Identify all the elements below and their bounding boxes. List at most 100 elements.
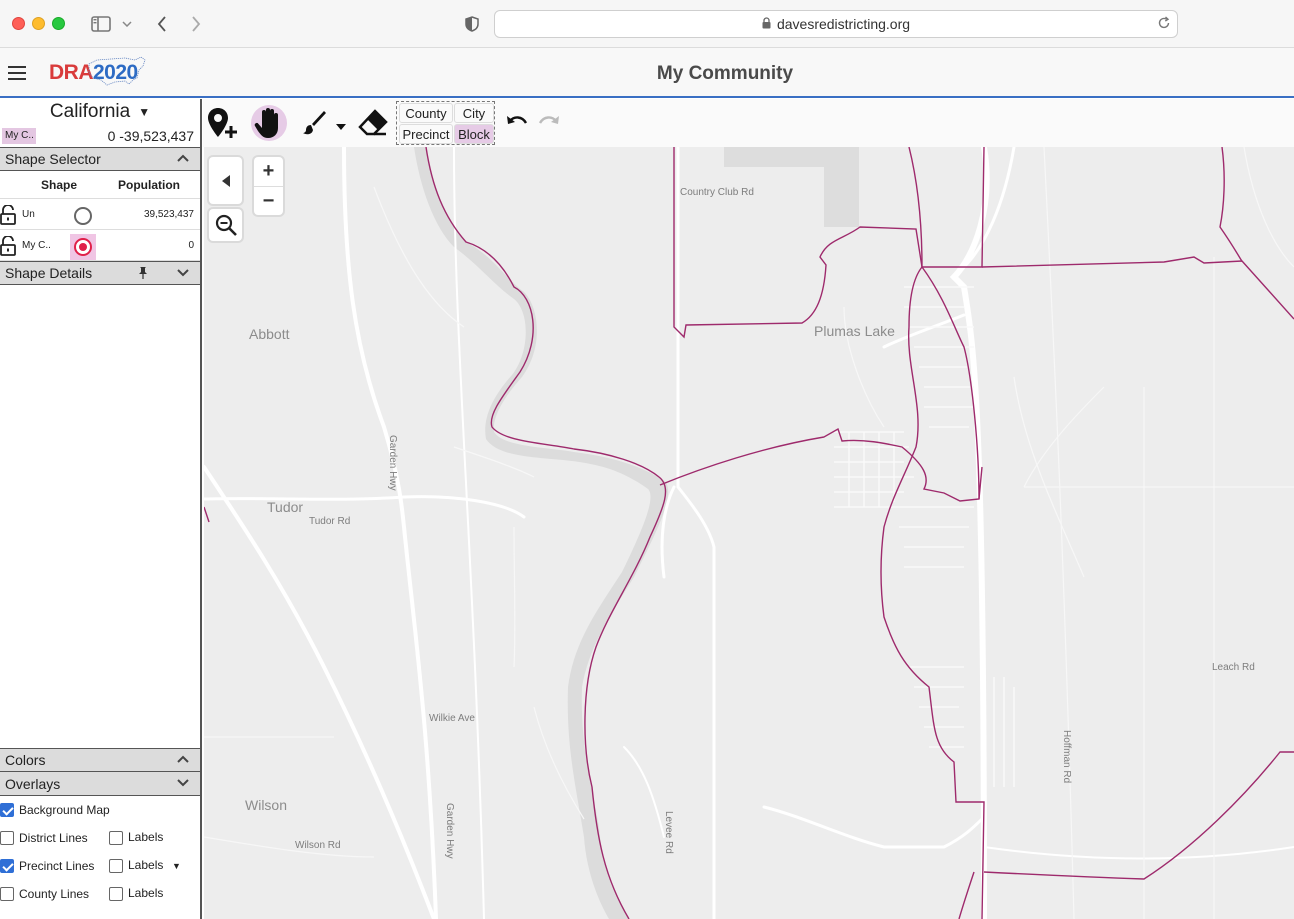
unlock-icon[interactable] bbox=[0, 235, 16, 259]
shape-selector-header[interactable]: Shape Selector bbox=[0, 147, 200, 171]
precinct-labels-checkbox[interactable] bbox=[109, 859, 123, 873]
shape-details-header[interactable]: Shape Details bbox=[0, 261, 200, 285]
overlay-precinct-lines[interactable]: Precinct Lines Labels ▼ bbox=[0, 852, 200, 880]
unlock-icon[interactable] bbox=[0, 204, 16, 228]
chevron-up-icon[interactable] bbox=[176, 151, 190, 165]
shape-radio[interactable] bbox=[74, 238, 92, 256]
pin-icon[interactable] bbox=[138, 266, 148, 280]
shape-radio[interactable] bbox=[74, 207, 92, 225]
zoom-in-button[interactable]: + bbox=[254, 157, 283, 186]
col-shape: Shape bbox=[41, 177, 78, 192]
overlay-county-lines[interactable]: County Lines Labels bbox=[0, 880, 200, 908]
plan-chip[interactable]: My C.. bbox=[2, 128, 36, 144]
collapse-panel-button[interactable] bbox=[209, 157, 242, 204]
shape-population: 39,523,437 bbox=[143, 208, 194, 220]
chevron-down-icon[interactable] bbox=[176, 775, 190, 789]
plan-counts: 0 -39,523,437 bbox=[107, 128, 194, 144]
col-population: Population bbox=[118, 177, 180, 192]
overlay-district-lines[interactable]: District Lines Labels bbox=[0, 824, 200, 852]
shape-row-my-community[interactable]: My C.. 0 bbox=[0, 230, 200, 261]
county-labels-checkbox[interactable] bbox=[109, 887, 123, 901]
overlay-background-map[interactable]: Background Map bbox=[0, 796, 200, 824]
road-label-levee: Levee Rd bbox=[663, 811, 674, 854]
overlays-title: Overlays bbox=[5, 775, 61, 792]
maximize-window-button[interactable] bbox=[52, 17, 65, 30]
redo-button[interactable] bbox=[531, 105, 567, 141]
forward-icon[interactable] bbox=[186, 12, 206, 36]
page-title: My Community bbox=[656, 63, 794, 84]
plan-summary-row: My C.. 0 -39,523,437 bbox=[0, 125, 200, 147]
overlays-header[interactable]: Overlays bbox=[0, 772, 200, 796]
district-labels-checkbox[interactable] bbox=[109, 831, 123, 845]
add-pin-tool[interactable] bbox=[205, 105, 241, 141]
shape-table: Shape Population Un 39,523,437 My C.. 0 bbox=[0, 171, 200, 261]
eraser-tool[interactable] bbox=[355, 105, 391, 141]
road-label-garden-hwy: Garden Hwy bbox=[387, 435, 398, 491]
granularity-precinct[interactable]: Precinct bbox=[399, 124, 453, 144]
map-canvas[interactable]: Abbott Tudor Wilson Plumas Lake Country … bbox=[204, 147, 1294, 919]
overlay-label: County Lines bbox=[19, 887, 90, 901]
overlay-label: Precinct Lines bbox=[19, 859, 95, 873]
shield-icon[interactable] bbox=[462, 12, 482, 36]
browser-chrome: davesredistricting.org bbox=[0, 0, 1294, 48]
bottom-sections: Colors Overlays Background Map District … bbox=[0, 748, 200, 908]
zoom-to-fit-button[interactable] bbox=[209, 209, 242, 241]
url-text: davesredistricting.org bbox=[776, 16, 911, 32]
overlay-label: Background Map bbox=[19, 803, 110, 817]
sidebar-toggle-icon[interactable] bbox=[90, 12, 112, 36]
zoom-out-button[interactable]: − bbox=[254, 186, 283, 215]
chevron-down-icon[interactable] bbox=[120, 12, 134, 36]
shape-name: Un bbox=[22, 208, 35, 220]
road-label-leach: Leach Rd bbox=[1212, 662, 1255, 673]
chevron-up-icon[interactable] bbox=[176, 752, 190, 766]
undo-button[interactable] bbox=[499, 105, 535, 141]
minimize-window-button[interactable] bbox=[32, 17, 45, 30]
overlay-labels-label: Labels bbox=[128, 886, 164, 900]
district-lines-checkbox[interactable] bbox=[0, 831, 14, 845]
overlay-label: District Lines bbox=[19, 831, 88, 845]
state-selector[interactable]: California ▼ bbox=[0, 99, 200, 125]
county-lines-checkbox[interactable] bbox=[0, 887, 14, 901]
caret-down-icon: ▼ bbox=[138, 105, 151, 119]
brush-icon bbox=[303, 111, 346, 135]
zoom-out-magnifier-icon bbox=[215, 214, 237, 236]
town-label-plumas-lake: Plumas Lake bbox=[814, 323, 895, 339]
reload-icon[interactable] bbox=[1157, 16, 1171, 33]
road-label-wilson: Wilson Rd bbox=[295, 840, 341, 851]
shape-radio-cell[interactable] bbox=[70, 203, 96, 229]
granularity-selector: County City Precinct Block bbox=[396, 101, 495, 145]
shape-table-header: Shape Population bbox=[0, 171, 200, 199]
shape-row-unassigned[interactable]: Un 39,523,437 bbox=[0, 199, 200, 230]
chevron-down-icon[interactable] bbox=[176, 265, 190, 279]
pan-tool[interactable] bbox=[251, 105, 287, 141]
road-label-tudor: Tudor Rd bbox=[309, 516, 351, 527]
close-window-button[interactable] bbox=[12, 17, 25, 30]
app-header: DRA 2020 My Community bbox=[0, 48, 1294, 98]
back-icon[interactable] bbox=[152, 12, 172, 36]
background-map-checkbox[interactable] bbox=[0, 803, 14, 817]
paint-brush-tool[interactable] bbox=[299, 105, 349, 141]
zoom-controls: + − bbox=[254, 157, 283, 215]
colors-title: Colors bbox=[5, 752, 46, 768]
state-name: California bbox=[49, 101, 131, 122]
road-label-wilkie: Wilkie Ave bbox=[429, 713, 475, 724]
granularity-county[interactable]: County bbox=[399, 103, 453, 123]
granularity-city[interactable]: City bbox=[454, 103, 494, 123]
town-label-abbott: Abbott bbox=[249, 326, 290, 342]
precinct-lines-checkbox[interactable] bbox=[0, 859, 14, 873]
map-marker-plus-icon bbox=[208, 108, 237, 138]
shape-details-title: Shape Details bbox=[5, 265, 93, 281]
hand-icon bbox=[254, 108, 278, 138]
lock-icon bbox=[762, 16, 771, 32]
map-toolbar: County City Precinct Block bbox=[203, 99, 1294, 147]
shape-radio-cell[interactable] bbox=[70, 234, 96, 260]
shape-selector-title: Shape Selector bbox=[5, 151, 101, 167]
address-bar[interactable]: davesredistricting.org bbox=[494, 10, 1178, 38]
caret-down-icon[interactable]: ▼ bbox=[172, 861, 181, 871]
road-label-hoffman: Hoffman Rd bbox=[1061, 730, 1072, 784]
map-base-layer bbox=[204, 147, 1294, 919]
granularity-block[interactable]: Block bbox=[454, 124, 494, 144]
colors-header[interactable]: Colors bbox=[0, 748, 200, 772]
overlay-labels-label: Labels bbox=[128, 858, 164, 872]
eraser-icon bbox=[358, 109, 388, 136]
